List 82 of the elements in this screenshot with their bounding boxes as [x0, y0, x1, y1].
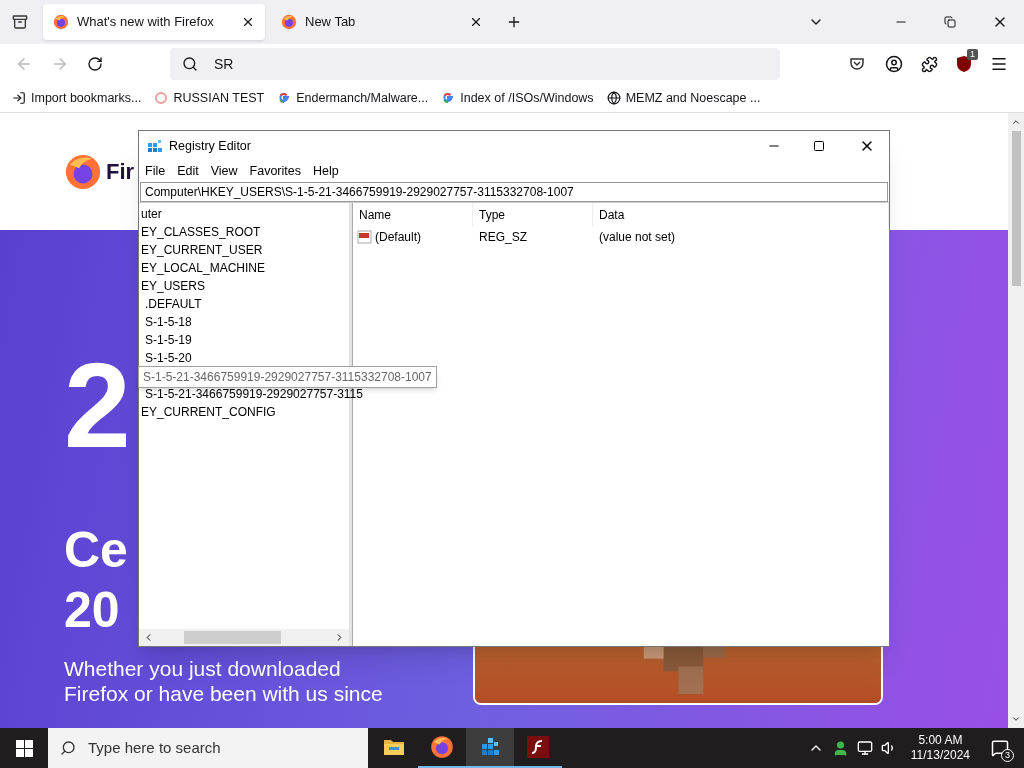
menu-item[interactable]: View: [210, 161, 238, 181]
registry-icon: [479, 736, 501, 758]
menu-item[interactable]: Favorites: [249, 161, 301, 181]
column-header[interactable]: Name: [353, 203, 473, 227]
tree-item[interactable]: EY_CURRENT_CONFIG: [141, 403, 276, 421]
close-icon[interactable]: [241, 15, 255, 29]
tab-list-icon[interactable]: [12, 14, 28, 30]
paragraph-line: Whether you just downloaded: [64, 656, 341, 681]
placeholder: Type here to search: [88, 737, 221, 758]
address-field[interactable]: SR: [170, 48, 780, 80]
search-field[interactable]: Type here to search: [48, 728, 368, 768]
horizontal-scrollbar[interactable]: [139, 629, 349, 646]
table-cell-text: REG_SZ: [478, 229, 528, 246]
globe-icon: [606, 91, 621, 105]
shield-icon[interactable]: [956, 55, 972, 73]
scrollbar[interactable]: [1008, 113, 1024, 728]
logo-icon: [64, 152, 102, 191]
new-tab-icon[interactable]: [506, 14, 522, 30]
tree-item[interactable]: EY_CURRENT_USER: [141, 241, 263, 259]
account-icon[interactable]: [885, 55, 903, 73]
big-numeral: 2: [64, 340, 131, 470]
menu-icon[interactable]: [990, 55, 1008, 73]
menu-item[interactable]: File: [145, 161, 166, 181]
tree-item[interactable]: .DEFAULT: [145, 295, 202, 313]
maximize-icon[interactable]: [813, 140, 825, 152]
g-logo-icon: [441, 91, 456, 105]
scroll-up-icon[interactable]: [1011, 117, 1021, 127]
notifications-icon[interactable]: [991, 739, 1009, 757]
tree-item[interactable]: uter: [141, 205, 162, 223]
registry-icon: [147, 138, 163, 154]
clock[interactable]: 5:00 AM 11/13/2024: [904, 733, 976, 763]
page-icon: [154, 91, 169, 105]
column-header[interactable]: Data: [593, 203, 889, 227]
tree-item[interactable]: EY_LOCAL_MACHINE: [141, 259, 266, 277]
headline: 20: [64, 581, 120, 640]
browser-tab[interactable]: New Tab: [271, 4, 493, 40]
browser-tab[interactable]: What's new with Firefox: [43, 4, 265, 40]
flash-icon: [527, 736, 549, 758]
search-icon: [60, 740, 76, 756]
close-icon[interactable]: [469, 15, 483, 29]
tree-item[interactable]: EY_USERS: [141, 277, 206, 295]
badge: 1: [967, 49, 978, 60]
search-icon: [182, 56, 198, 72]
tree-item[interactable]: S-1-5-18: [145, 313, 192, 331]
menu-item[interactable]: Help: [313, 161, 339, 181]
g-logo-icon: [277, 91, 292, 105]
scroll-thumb[interactable]: [1011, 131, 1021, 286]
table-cell-text: (value not set): [598, 229, 677, 246]
tab-title: What's new with Firefox: [77, 13, 215, 32]
import-icon: [12, 91, 26, 105]
bookmark[interactable]: Index of /ISOs/Windows: [441, 88, 594, 108]
tree-item[interactable]: S-1-5-20: [145, 349, 192, 367]
folder-icon: [383, 737, 405, 757]
reload-icon[interactable]: [87, 56, 103, 72]
headline: Ce: [64, 521, 128, 580]
address-text: SR: [214, 54, 234, 74]
address-bar[interactable]: Computer\HKEY_USERS\S-1-5-21-3466759919-2929027757-3115332708-1007: [140, 182, 888, 202]
tree-item[interactable]: EY_CLASSES_ROOT: [141, 223, 261, 241]
extensions-icon[interactable]: [921, 55, 938, 73]
bookmark[interactable]: Endermanch/Malware...: [277, 88, 429, 108]
bookmark[interactable]: MEMZ and Noescape ...: [606, 88, 761, 108]
scroll-down-icon[interactable]: [1011, 714, 1021, 724]
paragraph-line: Firefox or have been with us since: [64, 681, 383, 706]
column-header[interactable]: Type: [473, 203, 593, 227]
taskbar-app[interactable]: [466, 728, 514, 768]
restore-icon[interactable]: [944, 16, 956, 28]
tree-item[interactable]: S-1-5-21-3466759919-2929027757-3115: [145, 385, 363, 403]
notification-count: 3: [1001, 749, 1014, 762]
logo-icon: [53, 14, 69, 30]
logo-icon: [281, 14, 297, 30]
bookmark[interactable]: RUSSIAN TEST: [154, 88, 265, 108]
table-cell-text: (Default): [375, 229, 421, 246]
brand-name: Fir: [106, 158, 135, 186]
tooltip: S-1-5-21-3466759919-2929027757-3115332708-1007: [138, 366, 437, 388]
tab-title: New Tab: [305, 13, 357, 32]
tree-item[interactable]: S-1-5-19: [145, 331, 192, 349]
window-title: Registry Editor: [169, 137, 251, 155]
fox-icon: [430, 735, 454, 759]
menu-item[interactable]: Edit: [177, 161, 199, 181]
scroll-thumb[interactable]: [184, 631, 281, 644]
windows-icon: [15, 739, 33, 757]
bookmark[interactable]: Import bookmarks...: [12, 88, 142, 108]
